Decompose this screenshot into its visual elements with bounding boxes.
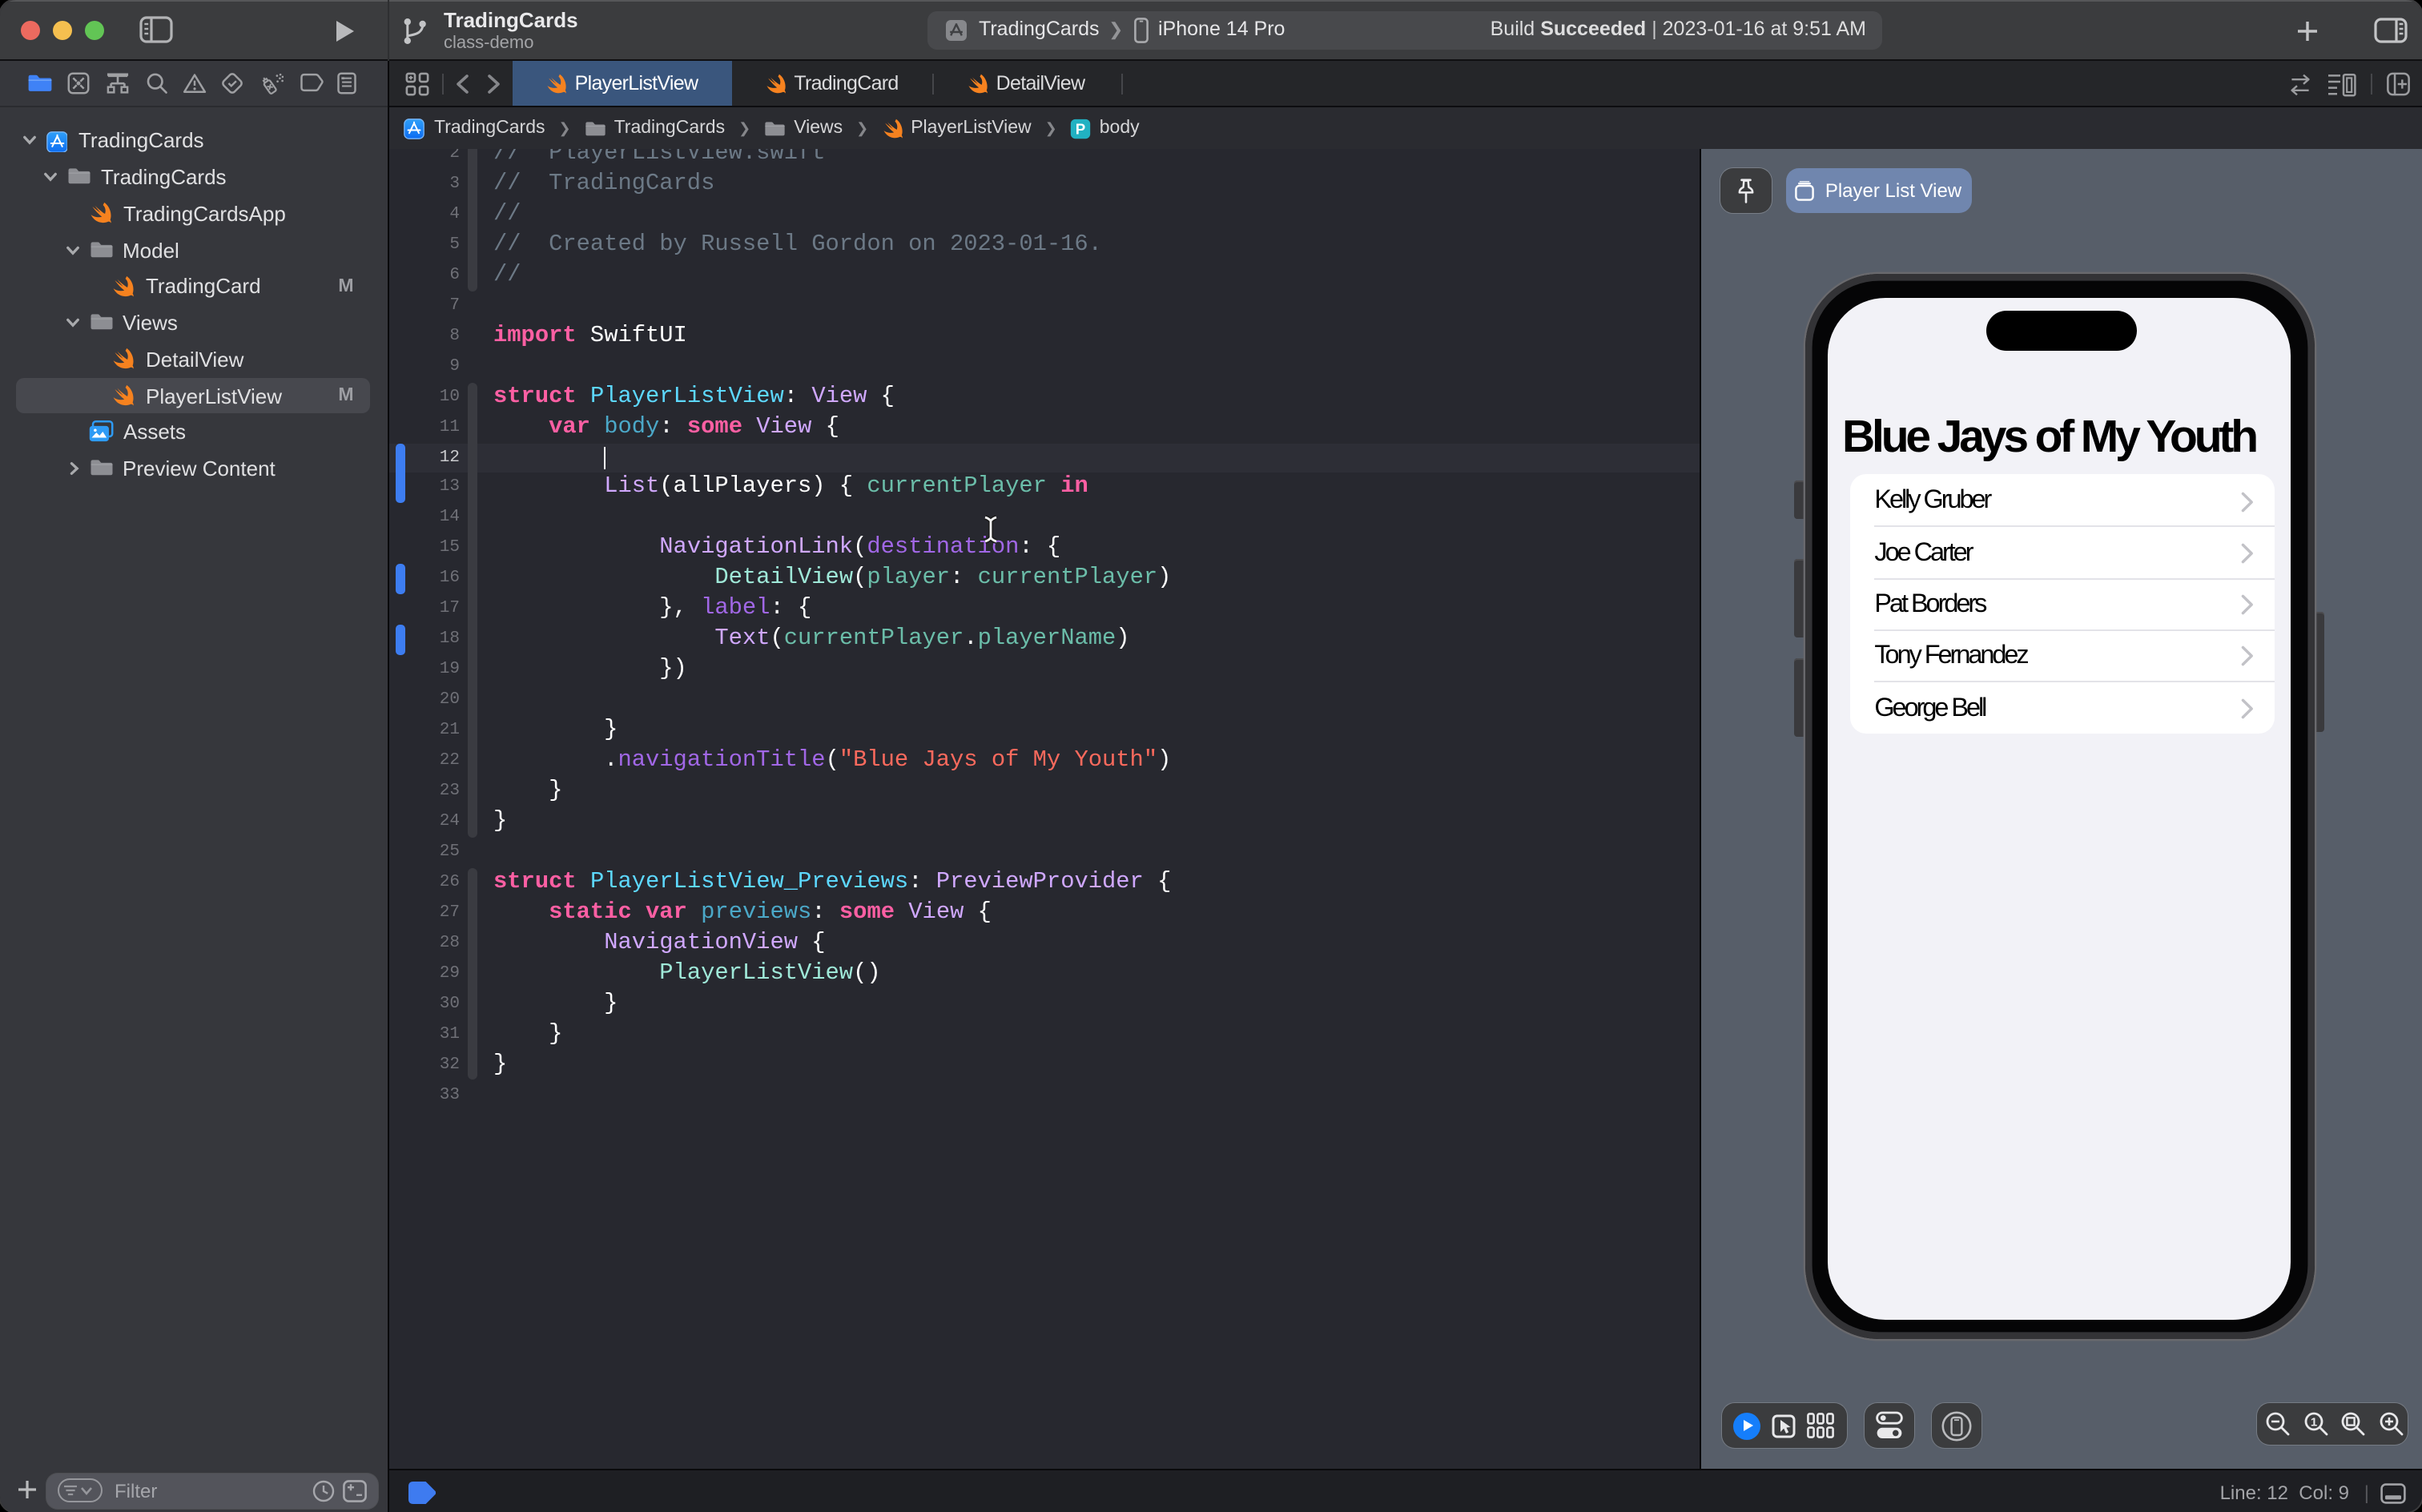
svg-text:1: 1 bbox=[2310, 1415, 2316, 1429]
